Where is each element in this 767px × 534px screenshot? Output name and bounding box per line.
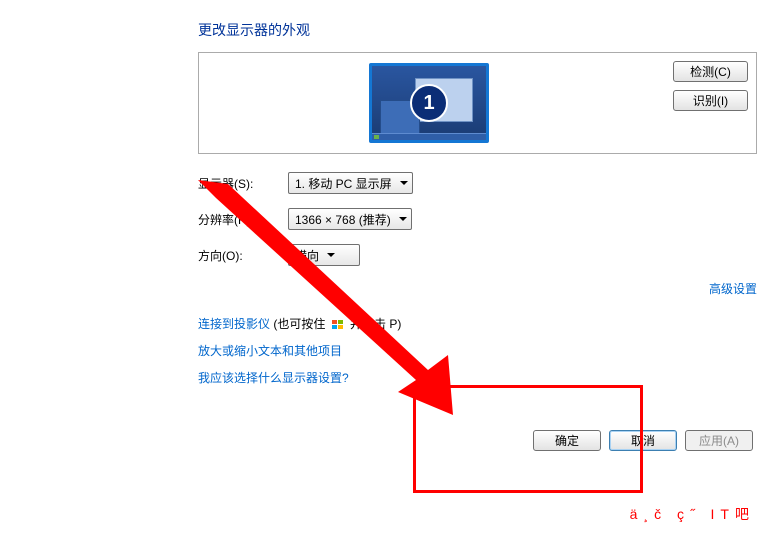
resolution-dropdown[interactable]: 1366 × 768 (推荐) — [288, 208, 412, 230]
detect-button[interactable]: 检测(C) — [673, 61, 748, 82]
resolution-dropdown-value: 1366 × 768 (推荐) — [295, 211, 391, 228]
orientation-dropdown[interactable]: 横向 — [288, 244, 360, 266]
orientation-dropdown-value: 横向 — [295, 247, 319, 264]
projector-hint-text-a: (也可按住 — [270, 317, 329, 331]
dialog-button-bar: 确定 取消 应用(A) — [533, 430, 753, 451]
projector-hint-text-b: 并点击 P) — [347, 317, 402, 331]
watermark-text: ä¸č ç˝ IT吧 — [630, 504, 755, 524]
display-dropdown-value: 1. 移动 PC 显示屏 — [295, 175, 392, 192]
monitor-thumbnail-1[interactable]: 1 — [369, 63, 489, 143]
cancel-button[interactable]: 取消 — [609, 430, 677, 451]
monitor-preview-area: 1 检测(C) 识别(I) — [198, 52, 757, 154]
page-title: 更改显示器的外观 — [198, 20, 757, 40]
apply-button: 应用(A) — [685, 430, 753, 451]
enlarge-text-link[interactable]: 放大或缩小文本和其他项目 — [198, 344, 342, 358]
taskbar-decoration — [372, 133, 486, 140]
orientation-label: 方向(O): — [198, 247, 288, 264]
ok-button[interactable]: 确定 — [533, 430, 601, 451]
monitor-number-badge: 1 — [410, 84, 448, 122]
chevron-down-icon — [399, 217, 407, 221]
windows-key-icon — [331, 319, 345, 331]
display-dropdown[interactable]: 1. 移动 PC 显示屏 — [288, 172, 413, 194]
advanced-settings-link[interactable]: 高级设置 — [709, 282, 757, 296]
connect-projector-link[interactable]: 连接到投影仪 — [198, 317, 270, 331]
identify-button[interactable]: 识别(I) — [673, 90, 748, 111]
chevron-down-icon — [400, 181, 408, 185]
which-display-settings-link[interactable]: 我应该选择什么显示器设置? — [198, 371, 349, 385]
display-label: 显示器(S): — [198, 175, 288, 192]
chevron-down-icon — [327, 253, 335, 257]
resolution-label: 分辨率(R): — [198, 211, 288, 228]
